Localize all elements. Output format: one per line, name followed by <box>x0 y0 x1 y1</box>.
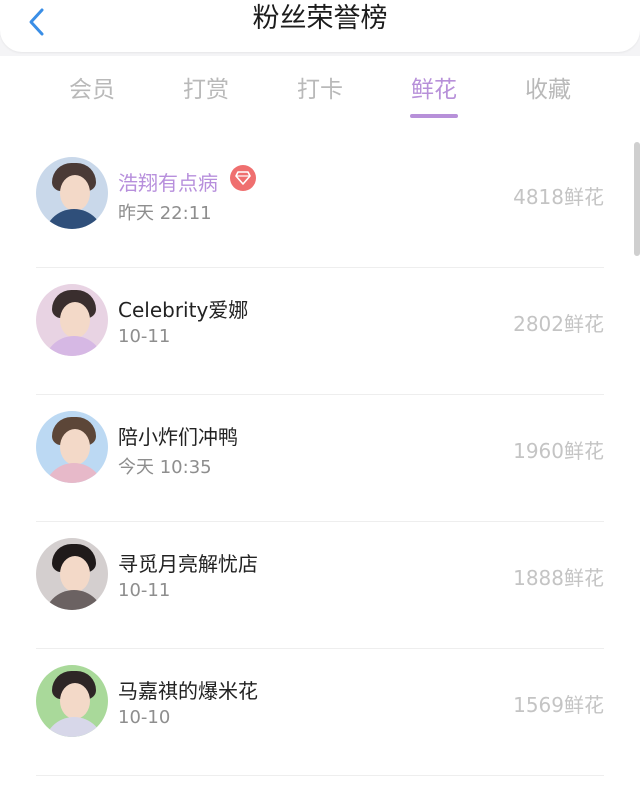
tab-bar: 会员 打赏 打卡 鲜花 收藏 <box>0 56 640 126</box>
avatar[interactable] <box>36 157 108 229</box>
avatar[interactable] <box>36 538 108 610</box>
list-item[interactable]: 马嘉祺的爆米花 10-10 1569鲜花 <box>0 649 640 776</box>
avatar[interactable] <box>36 411 108 483</box>
avatar-face <box>60 302 90 338</box>
time-stamp: 10-10 <box>118 707 171 728</box>
list-item[interactable]: 浩翔有点病 昨天 22:11 4818鲜花 <box>0 141 640 268</box>
user-name[interactable]: 马嘉祺的爆米花 <box>118 675 258 704</box>
avatar-body <box>44 463 104 483</box>
top-nav-bar: 粉丝荣誉榜 <box>0 0 640 52</box>
user-name[interactable]: Celebrity爱娜 <box>118 294 248 323</box>
time-stamp: 10-11 <box>118 326 171 347</box>
tab-label: 鲜花 <box>411 77 457 103</box>
tab-label: 打卡 <box>297 77 343 103</box>
tab-member[interactable]: 会员 <box>52 70 132 120</box>
list-item[interactable]: 寻觅月亮解忧店 10-11 1888鲜花 <box>0 522 640 649</box>
tab-underline <box>410 114 458 118</box>
avatar-face <box>60 175 90 211</box>
time-stamp: 昨天 22:11 <box>118 203 212 224</box>
avatar-face <box>60 429 90 465</box>
diamond-icon <box>235 171 251 185</box>
user-name[interactable]: 寻觅月亮解忧店 <box>118 548 258 577</box>
user-name[interactable]: 浩翔有点病 <box>118 167 218 196</box>
avatar[interactable] <box>36 665 108 737</box>
user-name[interactable]: 陪小炸们冲鸭 <box>118 421 238 450</box>
avatar-body <box>44 336 104 356</box>
tab-favorites[interactable]: 收藏 <box>508 70 588 120</box>
flower-count: 2802鲜花 <box>513 312 604 336</box>
flower-count: 1960鲜花 <box>513 439 604 463</box>
tab-label: 会员 <box>69 77 115 103</box>
tab-label: 打赏 <box>183 77 229 103</box>
avatar-body <box>44 717 104 737</box>
tab-checkin[interactable]: 打卡 <box>280 70 360 120</box>
avatar-body <box>44 590 104 610</box>
time-stamp: 今天 10:35 <box>118 457 212 478</box>
page-title: 粉丝荣誉榜 <box>252 3 388 34</box>
list-item[interactable]: Celebrity爱娜 10-11 2802鲜花 <box>0 268 640 395</box>
list-item[interactable]: 陪小炸们冲鸭 今天 10:35 1960鲜花 <box>0 395 640 522</box>
flower-count: 1569鲜花 <box>513 693 604 717</box>
main-content: 会员 打赏 打卡 鲜花 收藏 浩翔有点病 昨天 22:11 4818鲜花 Cel… <box>0 56 640 787</box>
divider <box>36 775 604 776</box>
time-stamp: 10-11 <box>118 580 171 601</box>
avatar-face <box>60 556 90 592</box>
avatar[interactable] <box>36 284 108 356</box>
tab-reward[interactable]: 打赏 <box>166 70 246 120</box>
avatar-body <box>44 209 104 229</box>
flower-count: 1888鲜花 <box>513 566 604 590</box>
tab-flowers[interactable]: 鲜花 <box>394 70 474 120</box>
vip-badge <box>230 165 256 191</box>
tab-label: 收藏 <box>525 77 571 103</box>
flower-count: 4818鲜花 <box>513 185 604 209</box>
avatar-face <box>60 683 90 719</box>
